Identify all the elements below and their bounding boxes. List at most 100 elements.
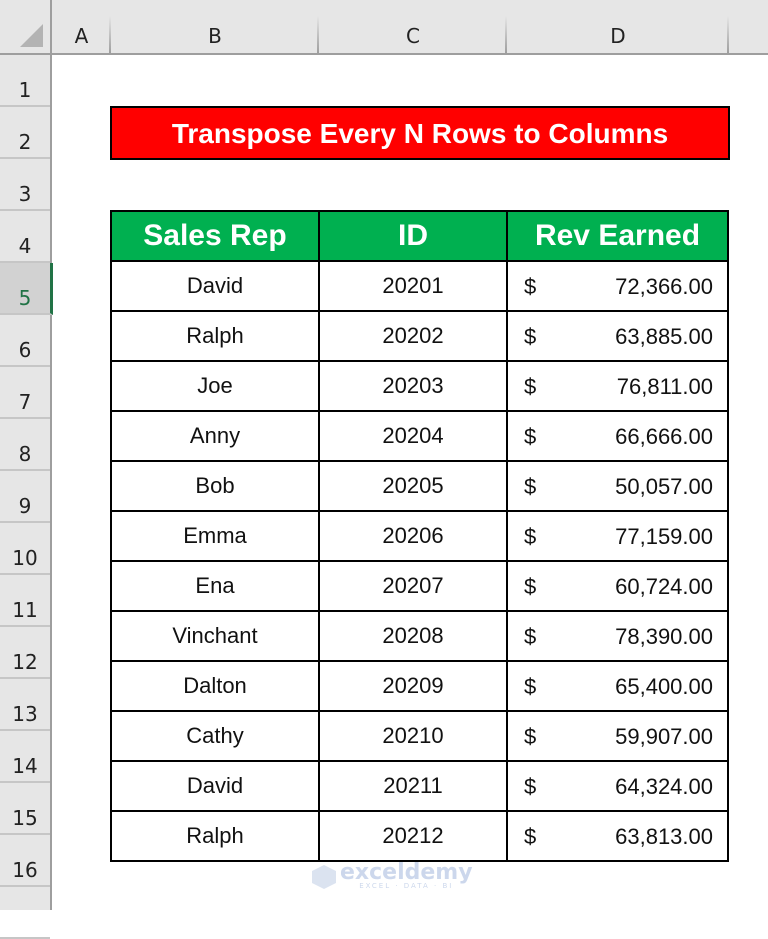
currency-symbol: $	[524, 474, 537, 499]
row-header-5[interactable]: 5	[0, 263, 53, 315]
table-row: Emma 20206 $77,159.00	[110, 510, 729, 562]
row-headers: 1 2 3 4 5 6 7 8 9 10 11 12 13 14 15 16	[0, 55, 53, 939]
row-header-1[interactable]: 1	[0, 55, 50, 107]
cell-sales-rep[interactable]: Anny	[110, 410, 320, 462]
row-header-7[interactable]: 7	[0, 367, 50, 419]
column-label: C	[406, 24, 420, 48]
watermark-brand: exceldemy	[340, 860, 473, 885]
cell-id[interactable]: 20210	[318, 710, 508, 762]
cell-id[interactable]: 20206	[318, 510, 508, 562]
cell-id[interactable]: 20201	[318, 260, 508, 312]
cell-sales-rep[interactable]: Dalton	[110, 660, 320, 712]
column-header-e[interactable]	[729, 0, 768, 53]
revenue-amount: 66,666.00	[615, 424, 713, 449]
row-header-12[interactable]: 12	[0, 627, 50, 679]
currency-symbol: $	[524, 674, 537, 699]
currency-symbol: $	[524, 624, 537, 649]
cell-id[interactable]: 20209	[318, 660, 508, 712]
currency-symbol: $	[524, 324, 537, 349]
table-row: David 20201 $72,366.00	[110, 260, 729, 312]
cell-rev-earned[interactable]: $64,324.00	[506, 760, 729, 812]
row-header-16[interactable]: 16	[0, 835, 50, 887]
cell-rev-earned[interactable]: $76,811.00	[506, 360, 729, 412]
row-header-10[interactable]: 10	[0, 523, 50, 575]
select-all-button[interactable]	[0, 0, 52, 55]
cell-rev-earned[interactable]: $50,057.00	[506, 460, 729, 512]
cell-id[interactable]: 20207	[318, 560, 508, 612]
row-header-4[interactable]: 4	[0, 211, 50, 263]
header-id[interactable]: ID	[318, 210, 508, 262]
cell-sales-rep[interactable]: Ena	[110, 560, 320, 612]
row-header-2[interactable]: 2	[0, 107, 50, 159]
cell-id[interactable]: 20212	[318, 810, 508, 862]
currency-symbol: $	[524, 424, 537, 449]
revenue-amount: 77,159.00	[615, 524, 713, 549]
cell-rev-earned[interactable]: $77,159.00	[506, 510, 729, 562]
row-header-17[interactable]	[0, 887, 50, 939]
cell-sales-rep[interactable]: Cathy	[110, 710, 320, 762]
currency-symbol: $	[524, 374, 537, 399]
sheet-title: Transpose Every N Rows to Columns	[110, 106, 730, 160]
table-row: Dalton 20209 $65,400.00	[110, 660, 729, 712]
cell-sales-rep[interactable]: Ralph	[110, 810, 320, 862]
row-header-3[interactable]: 3	[0, 159, 50, 211]
row-header-9[interactable]: 9	[0, 471, 50, 523]
cell-id[interactable]: 20208	[318, 610, 508, 662]
revenue-amount: 59,907.00	[615, 724, 713, 749]
header-rev-earned[interactable]: Rev Earned	[506, 210, 729, 262]
column-label: B	[208, 24, 222, 48]
row-header-13[interactable]: 13	[0, 679, 50, 731]
table-row: Ralph 20202 $63,885.00	[110, 310, 729, 362]
column-headers: A B C D	[52, 0, 768, 55]
header-sales-rep[interactable]: Sales Rep	[110, 210, 320, 262]
cell-sales-rep[interactable]: Joe	[110, 360, 320, 412]
table-row: Anny 20204 $66,666.00	[110, 410, 729, 462]
table-row: Joe 20203 $76,811.00	[110, 360, 729, 412]
revenue-amount: 78,390.00	[615, 624, 713, 649]
cell-id[interactable]: 20204	[318, 410, 508, 462]
cell-sales-rep[interactable]: Ralph	[110, 310, 320, 362]
row-header-6[interactable]: 6	[0, 315, 50, 367]
cell-rev-earned[interactable]: $72,366.00	[506, 260, 729, 312]
cell-rev-earned[interactable]: $63,813.00	[506, 810, 729, 862]
cell-rev-earned[interactable]: $78,390.00	[506, 610, 729, 662]
exceldemy-watermark: exceldemy EXCEL · DATA · BI	[312, 862, 473, 892]
table-row: Cathy 20210 $59,907.00	[110, 710, 729, 762]
column-label: A	[74, 24, 89, 48]
cell-rev-earned[interactable]: $65,400.00	[506, 660, 729, 712]
revenue-amount: 64,324.00	[615, 774, 713, 799]
column-header-c[interactable]: C	[319, 0, 507, 53]
table-row: Vinchant 20208 $78,390.00	[110, 610, 729, 662]
column-header-d[interactable]: D	[507, 0, 729, 53]
cell-rev-earned[interactable]: $66,666.00	[506, 410, 729, 462]
row-header-8[interactable]: 8	[0, 419, 50, 471]
sales-table: Sales Rep ID Rev Earned David 20201 $72,36…	[110, 210, 729, 862]
cell-rev-earned[interactable]: $63,885.00	[506, 310, 729, 362]
revenue-amount: 63,885.00	[615, 324, 713, 349]
cell-id[interactable]: 20203	[318, 360, 508, 412]
cell-sales-rep[interactable]: Vinchant	[110, 610, 320, 662]
row-header-14[interactable]: 14	[0, 731, 50, 783]
cell-sales-rep[interactable]: Emma	[110, 510, 320, 562]
currency-symbol: $	[524, 574, 537, 599]
row-header-11[interactable]: 11	[0, 575, 50, 627]
cell-sales-rep[interactable]: Bob	[110, 460, 320, 512]
revenue-amount: 76,811.00	[616, 374, 713, 399]
table-row: David 20211 $64,324.00	[110, 760, 729, 812]
cell-id[interactable]: 20202	[318, 310, 508, 362]
column-header-a[interactable]: A	[52, 0, 111, 53]
row-header-15[interactable]: 15	[0, 783, 50, 835]
exceldemy-logo-icon	[312, 865, 336, 889]
currency-symbol: $	[524, 524, 537, 549]
cell-sales-rep[interactable]: David	[110, 760, 320, 812]
table-row: Ena 20207 $60,724.00	[110, 560, 729, 612]
cell-sales-rep[interactable]: David	[110, 260, 320, 312]
table-header-row: Sales Rep ID Rev Earned	[110, 210, 729, 262]
cell-rev-earned[interactable]: $59,907.00	[506, 710, 729, 762]
revenue-amount: 50,057.00	[615, 474, 713, 499]
revenue-amount: 72,366.00	[615, 274, 713, 299]
column-header-b[interactable]: B	[111, 0, 319, 53]
cell-id[interactable]: 20205	[318, 460, 508, 512]
cell-rev-earned[interactable]: $60,724.00	[506, 560, 729, 612]
cell-id[interactable]: 20211	[318, 760, 508, 812]
